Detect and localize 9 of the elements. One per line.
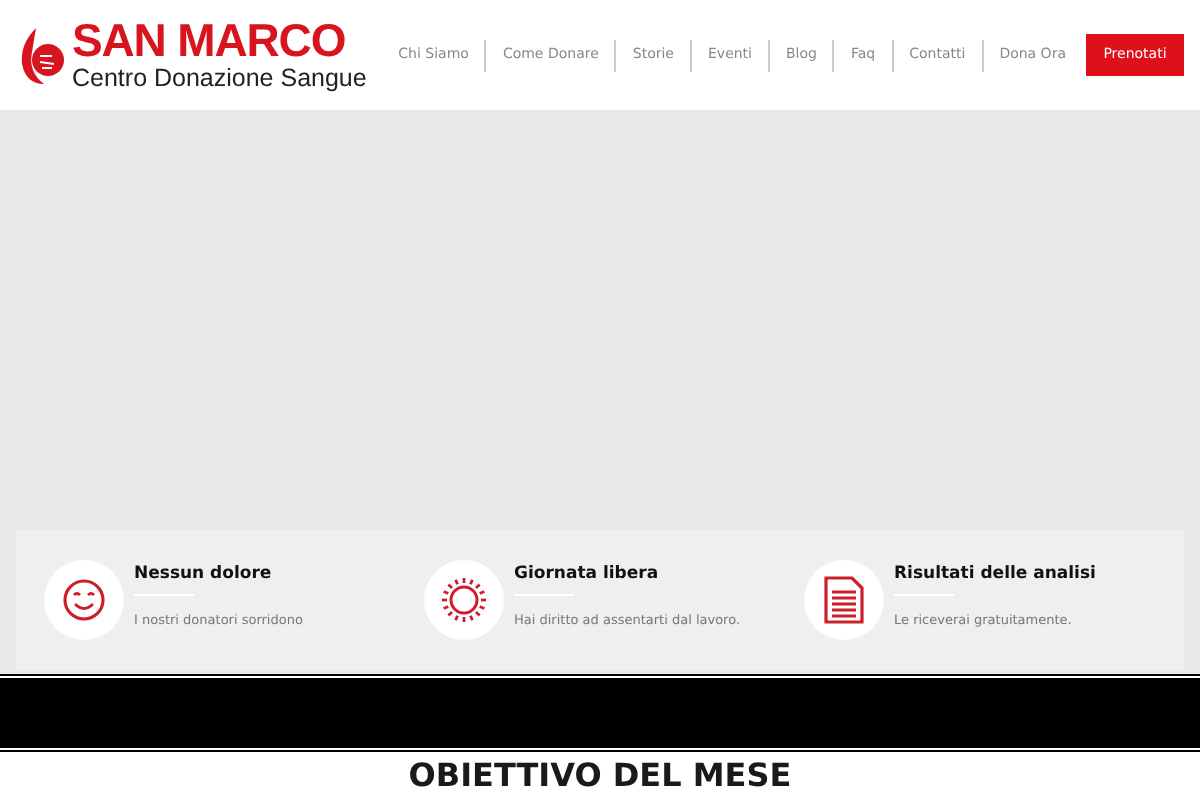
feature-title: Risultati delle analisi xyxy=(894,562,1096,588)
section-title: OBIETTIVO DEL MESE xyxy=(408,754,792,798)
feature-title: Giornata libera xyxy=(514,562,661,588)
sun-icon xyxy=(440,576,488,624)
smile-icon xyxy=(62,578,106,622)
feature-title: Nessun dolore xyxy=(134,562,274,588)
logo-tagline: Centro Donazione Sangue xyxy=(72,66,367,92)
logo-name: SAN MARCO xyxy=(72,18,348,65)
document-icon xyxy=(824,576,864,624)
